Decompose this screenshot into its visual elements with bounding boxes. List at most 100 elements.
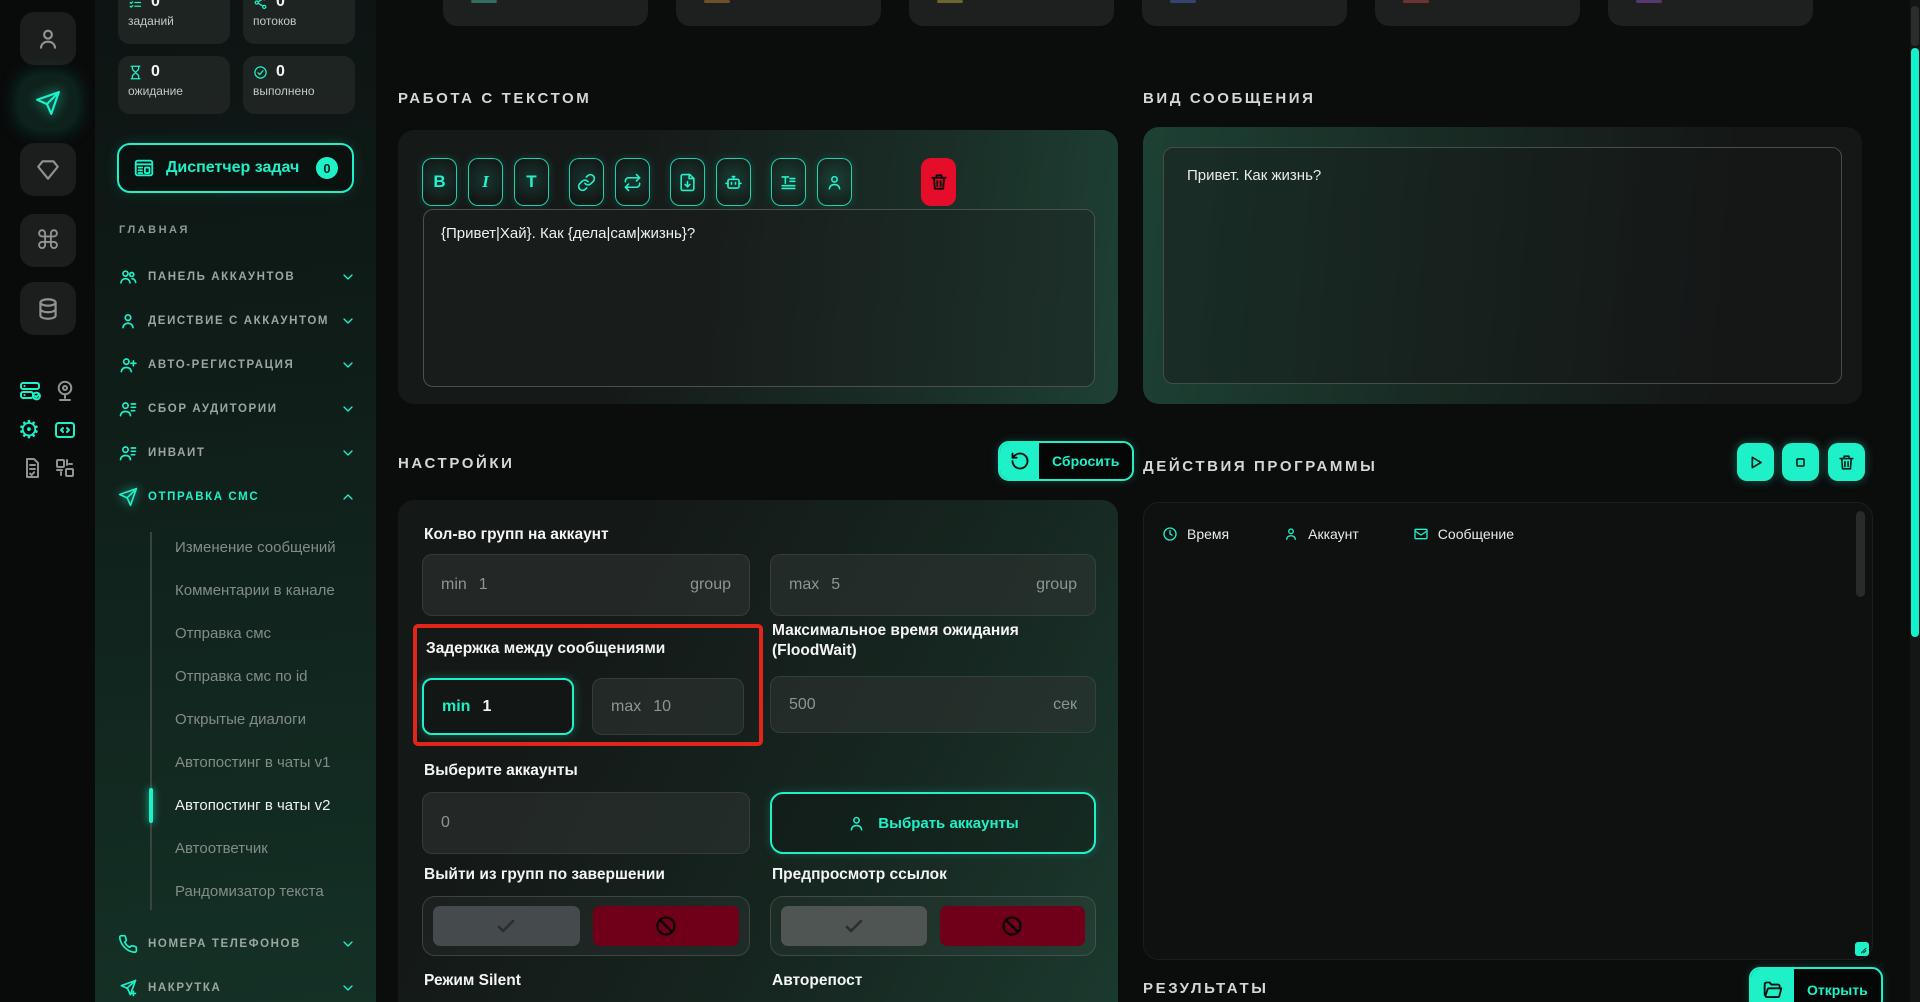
stat-card-done: 0 выполнено — [243, 56, 355, 114]
user-icon — [122, 314, 134, 329]
delay-min-input[interactable]: min 1 — [422, 678, 574, 735]
deny-button[interactable] — [939, 906, 1085, 946]
sidebar-item-boosting[interactable]: НАКРУТКА — [95, 966, 376, 1002]
user-icon — [847, 814, 866, 833]
confirm-button[interactable] — [433, 906, 580, 946]
send-module-button[interactable] — [20, 76, 76, 129]
sidebar-item-auto-registration[interactable]: АВТО-РЕГИСТРАЦИЯ — [95, 343, 376, 387]
column-label: Время — [1187, 526, 1230, 542]
swap-button[interactable] — [52, 455, 78, 481]
submenu-item-autoresponder[interactable]: Автоответчик — [95, 827, 376, 870]
chevron-down-icon — [343, 318, 353, 324]
check-icon — [494, 914, 518, 938]
left-rail: ⌘ ⚙ — [0, 0, 95, 1002]
open-results-button[interactable]: Открыть — [1749, 967, 1883, 1002]
resize-handle[interactable] — [1855, 942, 1869, 956]
submenu-item-autoposting-v1[interactable]: Автопостинг в чаты v1 — [95, 741, 376, 784]
doc-check-button[interactable] — [19, 455, 45, 481]
leave-groups-label: Выйти из групп по завершении — [424, 866, 665, 883]
text-style-button[interactable]: T — [514, 158, 549, 206]
users-icon — [120, 270, 137, 284]
stop-button[interactable] — [1782, 443, 1819, 481]
accounts-count-input[interactable]: 0 — [422, 792, 750, 854]
premium-button[interactable] — [20, 143, 76, 196]
send-plus-icon — [120, 979, 137, 997]
robot-icon — [724, 173, 743, 192]
submenu-item-send-sms-by-id[interactable]: Отправка смс по id — [95, 655, 376, 698]
program-actions-title: ДЕЙСТВИЯ ПРОГРАММЫ — [1143, 458, 1378, 475]
user-icon — [1283, 526, 1299, 542]
sidebar-item-accounts-panel[interactable]: ПАНЕЛЬ АККАУНТОВ — [95, 255, 376, 299]
field-value: 0 — [441, 814, 450, 831]
folder-open-icon — [1751, 969, 1794, 1002]
stat-sliver — [1170, 0, 1196, 3]
link-button[interactable] — [569, 158, 604, 206]
sidebar-item-account-action[interactable]: ДЕЙСТВИЕ С АККАУНТОМ — [95, 299, 376, 343]
user-list-icon — [119, 446, 137, 461]
text-format-icon — [779, 173, 798, 192]
gear-button[interactable]: ⚙ — [16, 416, 42, 442]
reset-button[interactable]: Сбросить — [998, 441, 1135, 481]
code-window-button[interactable] — [52, 417, 78, 443]
sidebar-item-audience-collection[interactable]: СБОР АУДИТОРИИ — [95, 387, 376, 431]
submenu-item-send-sms[interactable]: Отправка смс — [95, 612, 376, 655]
chevron-down-icon — [343, 450, 353, 456]
sidebar-item-phone-numbers[interactable]: НОМЕРА ТЕЛЕФОНОВ — [95, 922, 376, 966]
italic-label: I — [482, 172, 489, 191]
server-check-icon — [18, 379, 42, 403]
confirm-button[interactable] — [781, 906, 927, 946]
commands-button[interactable]: ⌘ — [20, 214, 76, 267]
group-max-input[interactable]: max 5 group — [770, 554, 1096, 616]
italic-button[interactable]: I — [468, 158, 503, 206]
task-manager-button[interactable]: Диспетчер задач 0 — [117, 143, 354, 193]
log-table-header: Время Аккаунт Сообщение — [1162, 517, 1568, 551]
file-download-icon — [678, 173, 697, 192]
profile-button[interactable] — [20, 12, 76, 65]
envelope-icon — [1413, 526, 1429, 542]
log-scrollbar[interactable] — [1856, 511, 1865, 597]
submenu-item-text-randomizer[interactable]: Рандомизатор текста — [95, 870, 376, 913]
text-format-button[interactable] — [771, 158, 806, 206]
page-scrollbar-track[interactable] — [1910, 0, 1920, 1002]
user-icon — [35, 26, 61, 52]
sidebar-item-label: НОМЕРА ТЕЛЕФОНОВ — [148, 938, 302, 950]
submenu-item-autoposting-v2[interactable]: Автопостинг в чаты v2 — [95, 784, 376, 827]
repeat-button[interactable] — [615, 158, 650, 206]
play-button[interactable] — [1737, 443, 1774, 481]
group-min-input[interactable]: min 1 group — [422, 554, 750, 616]
submenu-item-open-dialogs[interactable]: Открытые диалоги — [95, 698, 376, 741]
field-prefix: max — [611, 697, 642, 715]
field-value: 5 — [831, 576, 841, 593]
send-sms-submenu: Изменение сообщений Комментарии в канале… — [95, 526, 376, 913]
top-stat-card — [443, 0, 648, 26]
link-icon — [577, 173, 596, 192]
autorepost-label: Авторепост — [772, 972, 863, 989]
delay-max-input[interactable]: max 10 — [592, 678, 744, 735]
file-download-button[interactable] — [670, 158, 705, 206]
field-value: 1 — [478, 576, 488, 593]
clock-icon — [1162, 526, 1178, 542]
server-check-button[interactable] — [17, 378, 43, 404]
user-mention-button[interactable] — [817, 158, 852, 206]
clear-text-button[interactable] — [921, 158, 956, 206]
message-template-input[interactable]: {Привет|Хай}. Как {дела|сам|жизнь}? — [423, 209, 1095, 387]
submenu-item-edit-messages[interactable]: Изменение сообщений — [95, 526, 376, 569]
webcam-button[interactable] — [52, 378, 78, 404]
top-stat-card — [1608, 0, 1813, 26]
reset-label: Сбросить — [1052, 453, 1120, 469]
page-scrollbar-thumb[interactable] — [1911, 48, 1919, 637]
select-accounts-button[interactable]: Выбрать аккаунты — [770, 792, 1096, 854]
deny-button[interactable] — [592, 906, 739, 946]
sidebar-item-invite[interactable]: ИНВАЙТ — [95, 431, 376, 475]
database-button[interactable] — [20, 282, 76, 335]
field-suffix: group — [690, 576, 731, 593]
submenu-item-channel-comments[interactable]: Комментарии в канале — [95, 569, 376, 612]
sidebar-item-send-sms[interactable]: ОТПРАВКА СМС — [95, 475, 376, 519]
resize-icon — [1858, 945, 1867, 954]
section-label-main: ГЛАВНАЯ — [119, 224, 190, 236]
floodwait-input[interactable]: 500 сек — [770, 676, 1096, 733]
robot-button[interactable] — [716, 158, 751, 206]
clear-log-button[interactable] — [1828, 443, 1865, 481]
bold-button[interactable]: B — [422, 158, 457, 206]
text-toolbar: B I T — [422, 158, 967, 206]
